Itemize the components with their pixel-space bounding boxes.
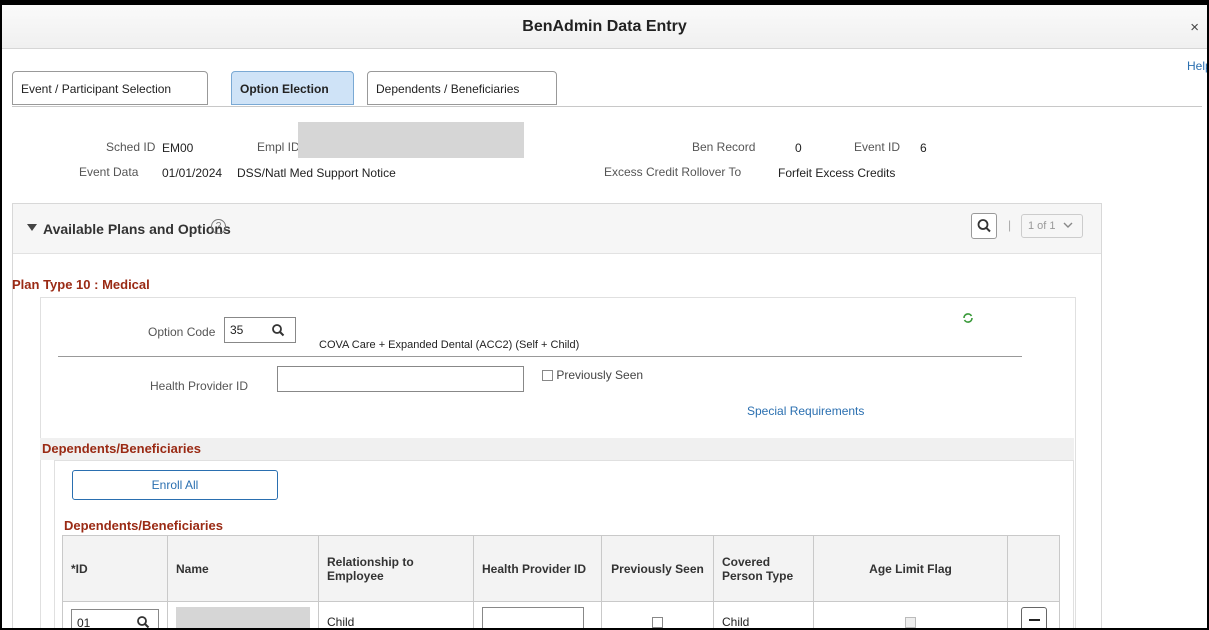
cell-health-provider-id	[473, 601, 602, 628]
search-button[interactable]	[971, 213, 997, 239]
excess-credit-label: Excess Credit Rollover To	[604, 165, 742, 179]
cell-actions	[1007, 601, 1060, 628]
lookup-icon[interactable]	[136, 615, 150, 629]
sched-id-value: EM00	[162, 141, 194, 155]
redacted-name	[176, 606, 310, 628]
tab-label: Dependents / Beneficiaries	[376, 82, 520, 96]
delete-row-button[interactable]	[1020, 607, 1047, 628]
cell-previously-seen	[601, 601, 714, 628]
tab-underline	[12, 106, 1202, 107]
cell-name	[167, 601, 319, 628]
event-id-label: Event ID	[854, 140, 901, 154]
col-age-limit-flag: Age Limit Flag	[813, 535, 1008, 602]
close-icon[interactable]: ×	[1190, 19, 1199, 36]
health-provider-label: Health Provider ID	[150, 379, 249, 393]
col-covered-person-type: Covered Person Type	[713, 535, 814, 602]
sched-id-label: Sched ID	[106, 140, 156, 154]
tab-option-election[interactable]: Option Election	[231, 71, 354, 105]
section-title: Available Plans and Options	[43, 221, 231, 237]
previously-seen-checkbox-group[interactable]: Previously Seen	[542, 368, 643, 382]
pager-label: 1 of 1	[1028, 220, 1056, 232]
title-bar: BenAdmin Data Entry ×	[2, 5, 1207, 49]
col-health-provider-id: Health Provider ID	[473, 535, 602, 602]
previously-seen-label: Previously Seen	[556, 368, 644, 382]
help-link[interactable]: Help	[1187, 59, 1207, 73]
dependent-id-value: 01	[77, 615, 91, 630]
chevron-down-icon	[1063, 222, 1073, 228]
option-code-value: 35	[230, 323, 244, 337]
window-title: BenAdmin Data Entry	[522, 18, 687, 35]
event-date-value: 01/01/2024	[162, 166, 223, 180]
grid-header-row: *ID Name Relationship to Employee Health…	[62, 535, 1060, 602]
divider: |	[1008, 218, 1012, 232]
col-relationship: Relationship to Employee	[318, 535, 474, 602]
row-health-provider-input[interactable]	[482, 607, 584, 628]
plan-type-title: Plan Type 10 : Medical	[12, 277, 150, 292]
option-description: COVA Care + Expanded Dental (ACC2) (Self…	[319, 339, 580, 351]
age-limit-flag-checkbox	[905, 616, 916, 628]
col-id: *ID	[62, 535, 168, 602]
lookup-icon[interactable]	[271, 323, 285, 337]
tab-event-participant-selection[interactable]: Event / Participant Selection	[12, 71, 208, 105]
separator-line	[58, 356, 1022, 357]
dependents-header: Dependents/Beneficiaries	[40, 438, 1074, 460]
cell-covered-person-type: Child	[713, 601, 814, 628]
ben-record-label: Ben Record	[692, 140, 756, 154]
collapse-caret-icon[interactable]	[27, 224, 37, 231]
previously-seen-checkbox[interactable]	[542, 370, 553, 382]
pager-select[interactable]: 1 of 1	[1021, 214, 1083, 238]
dependents-grid: *ID Name Relationship to Employee Health…	[62, 535, 1060, 630]
tab-dependents-beneficiaries[interactable]: Dependents / Beneficiaries	[367, 71, 557, 105]
enroll-all-button[interactable]: Enroll All	[72, 470, 278, 500]
row-previously-seen-checkbox[interactable]	[652, 616, 663, 628]
col-name: Name	[167, 535, 319, 602]
refresh-icon[interactable]	[962, 312, 974, 324]
dependents-grid-title: Dependents/Beneficiaries	[64, 518, 223, 533]
table-row: 01 Child Child	[62, 601, 1060, 630]
help-icon[interactable]: ?	[211, 219, 226, 234]
col-previously-seen: Previously Seen	[601, 535, 714, 602]
tab-label: Option Election	[240, 82, 329, 96]
event-id-value: 6	[920, 141, 927, 155]
dependent-id-input[interactable]: 01	[71, 608, 159, 630]
cell-relationship: Child	[318, 601, 474, 628]
option-code-label: Option Code	[148, 325, 216, 339]
special-requirements-link[interactable]: Special Requirements	[747, 404, 864, 418]
modal-window: BenAdmin Data Entry × Help Event / Parti…	[0, 0, 1209, 630]
option-code-input[interactable]: 35	[224, 317, 296, 343]
event-description: DSS/Natl Med Support Notice	[237, 166, 396, 180]
dependents-header-label: Dependents/Beneficiaries	[42, 441, 201, 456]
excess-credit-value: Forfeit Excess Credits	[778, 166, 896, 180]
section-header[interactable]: Available Plans and Options ? | 1 of 1	[13, 204, 1101, 254]
search-icon	[977, 219, 991, 233]
cell-id: 01	[62, 601, 168, 630]
ben-record-value: 0	[795, 141, 802, 155]
event-data-label: Event Data	[79, 165, 139, 179]
health-provider-input[interactable]	[277, 366, 524, 392]
cell-age-limit-flag	[813, 601, 1008, 628]
tab-label: Event / Participant Selection	[21, 82, 172, 96]
redacted-empl-id	[298, 122, 524, 158]
empl-id-label: Empl ID	[257, 140, 300, 154]
col-actions	[1007, 535, 1060, 602]
